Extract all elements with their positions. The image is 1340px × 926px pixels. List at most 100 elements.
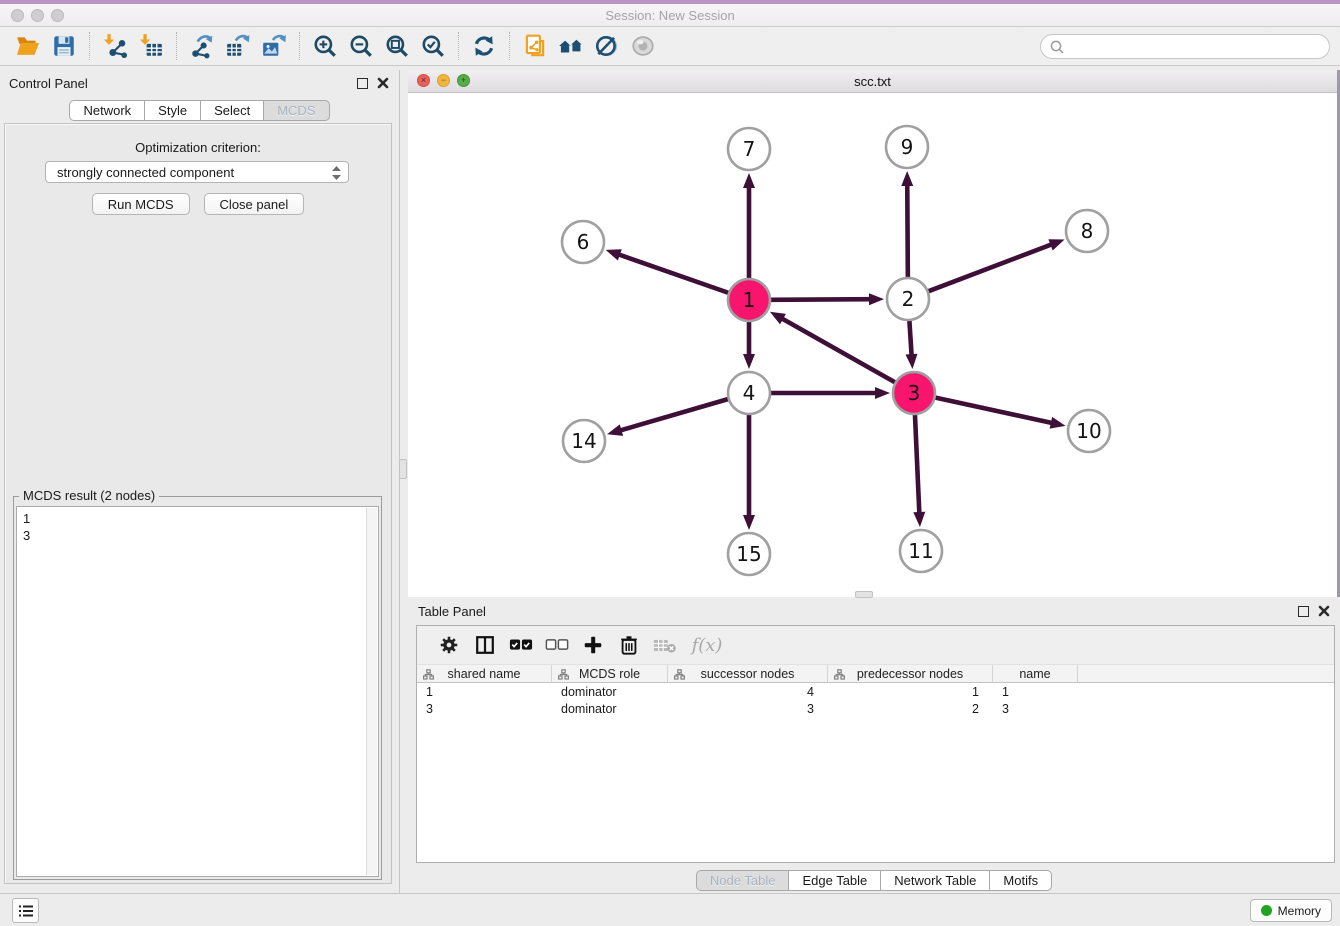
tab-style[interactable]: Style <box>145 100 201 121</box>
graph-edge-2-3[interactable] <box>909 321 911 357</box>
horizontal-splitter-handle[interactable] <box>855 591 873 598</box>
tab-motifs[interactable]: Motifs <box>990 870 1052 891</box>
graph-edge-arrowhead <box>913 512 925 527</box>
float-panel-icon[interactable] <box>357 78 368 89</box>
table-cell[interactable]: 2 <box>828 702 993 716</box>
table-cell[interactable]: 1 <box>417 685 552 699</box>
network-window-titlebar[interactable]: × − + scc.txt <box>408 70 1337 93</box>
svg-text:6: 6 <box>577 230 590 254</box>
table-row[interactable]: 3dominator323 <box>417 700 1334 717</box>
clone-network-icon[interactable] <box>520 31 550 61</box>
graph-edge-2-9[interactable] <box>907 183 908 277</box>
export-network-icon[interactable] <box>187 31 217 61</box>
column-header-predecessor-nodes[interactable]: predecessor nodes <box>828 665 993 682</box>
home-icon[interactable] <box>556 31 586 61</box>
graph-node-15[interactable]: 15 <box>728 533 770 575</box>
table-header-row: shared nameMCDS rolesuccessor nodesprede… <box>417 664 1334 683</box>
graph-node-8[interactable]: 8 <box>1066 210 1108 252</box>
graph-edge-2-8[interactable] <box>929 244 1054 291</box>
graph-node-10[interactable]: 10 <box>1068 410 1110 452</box>
column-header-MCDS-role[interactable]: MCDS role <box>552 665 668 682</box>
select-all-icon[interactable] <box>503 630 539 660</box>
graph-node-6[interactable]: 6 <box>562 221 604 263</box>
select-stepper-icon <box>331 165 342 181</box>
search-input[interactable] <box>1040 34 1330 59</box>
graph-node-11[interactable]: 11 <box>900 530 942 572</box>
filter-icon[interactable] <box>592 31 622 61</box>
graph-edge-1-6[interactable] <box>617 254 728 293</box>
table-cell[interactable]: 3 <box>417 702 552 716</box>
tab-node-table[interactable]: Node Table <box>696 870 790 891</box>
svg-text:8: 8 <box>1081 219 1094 243</box>
function-builder-icon[interactable]: f(x) <box>683 630 731 660</box>
graph-node-14[interactable]: 14 <box>563 420 605 462</box>
refresh-layout-icon[interactable] <box>469 31 499 61</box>
delete-row-trash-icon[interactable] <box>611 630 647 660</box>
optimization-criterion-label: Optimization criterion: <box>5 140 391 155</box>
table-cell[interactable]: 4 <box>668 685 828 699</box>
table-cell[interactable]: 1 <box>828 685 993 699</box>
table-cell[interactable]: dominator <box>552 702 668 716</box>
toolbar-separator <box>89 32 90 60</box>
control-panel-tabs: NetworkStyleSelectMCDS <box>0 100 399 121</box>
table-settings-gear-icon[interactable] <box>431 630 467 660</box>
toolbar-separator <box>299 32 300 60</box>
tab-edge-table[interactable]: Edge Table <box>789 870 881 891</box>
import-network-icon[interactable] <box>100 31 130 61</box>
close-table-panel-icon[interactable] <box>1318 605 1330 617</box>
network-canvas[interactable]: 7 9 6 8 1 2 4 3 14 10 15 11 <box>408 93 1337 596</box>
vertical-splitter-handle[interactable] <box>399 459 407 479</box>
task-history-button[interactable] <box>12 898 39 923</box>
graph-node-3[interactable]: 3 <box>893 372 935 414</box>
graph-edge-arrowhead <box>743 354 755 369</box>
result-scrollbar[interactable] <box>366 508 377 875</box>
graph-edge-4-14[interactable] <box>619 399 728 431</box>
graph-node-2[interactable]: 2 <box>887 278 929 320</box>
run-mcds-button[interactable]: Run MCDS <box>92 193 190 215</box>
tab-mcds[interactable]: MCDS <box>264 100 329 121</box>
criterion-select[interactable]: strongly connected component <box>45 161 349 183</box>
table-cell[interactable]: 3 <box>993 702 1078 716</box>
add-row-icon[interactable] <box>575 630 611 660</box>
column-header-name[interactable]: name <box>993 665 1078 682</box>
column-header-shared-name[interactable]: shared name <box>417 665 552 682</box>
mcds-result-title: MCDS result (2 nodes) <box>19 488 159 503</box>
float-table-panel-icon[interactable] <box>1298 606 1309 617</box>
table-row[interactable]: 1dominator411 <box>417 683 1334 700</box>
column-visibility-icon[interactable] <box>467 630 503 660</box>
graph-node-9[interactable]: 9 <box>886 126 928 168</box>
zoom-in-icon[interactable] <box>310 31 340 61</box>
graph-edge-1-2[interactable] <box>771 299 872 300</box>
tab-network-table[interactable]: Network Table <box>881 870 990 891</box>
tab-select[interactable]: Select <box>201 100 264 121</box>
memory-button[interactable]: Memory <box>1250 899 1332 922</box>
table-body: 1dominator4113dominator323 <box>417 683 1334 717</box>
graph-node-7[interactable]: 7 <box>728 128 770 170</box>
delete-table-icon[interactable] <box>647 630 683 660</box>
export-table-icon[interactable] <box>223 31 253 61</box>
table-cell[interactable]: dominator <box>552 685 668 699</box>
graph-edge-3-10[interactable] <box>935 398 1053 424</box>
save-session-icon[interactable] <box>49 31 79 61</box>
table-cell[interactable]: 1 <box>993 685 1078 699</box>
import-table-icon[interactable] <box>136 31 166 61</box>
zoom-out-icon[interactable] <box>346 31 376 61</box>
open-file-icon[interactable] <box>13 31 43 61</box>
graph-edge-3-1[interactable] <box>780 318 894 383</box>
graph-edge-3-11[interactable] <box>915 415 919 515</box>
close-panel-button[interactable]: Close panel <box>204 193 305 215</box>
memory-status-icon <box>1261 905 1272 916</box>
close-panel-icon[interactable] <box>377 77 389 89</box>
table-cell[interactable]: 3 <box>668 702 828 716</box>
graph-node-4[interactable]: 4 <box>728 372 770 414</box>
column-header-successor-nodes[interactable]: successor nodes <box>668 665 828 682</box>
svg-text:4: 4 <box>743 381 756 405</box>
eye-icon[interactable] <box>628 31 658 61</box>
zoom-fit-icon[interactable] <box>382 31 412 61</box>
tab-network[interactable]: Network <box>69 100 145 121</box>
zoom-selected-icon[interactable] <box>418 31 448 61</box>
graph-node-1[interactable]: 1 <box>728 279 770 321</box>
export-image-icon[interactable] <box>259 31 289 61</box>
deselect-all-icon[interactable] <box>539 630 575 660</box>
mcds-result-box[interactable]: 1 3 <box>16 506 379 877</box>
